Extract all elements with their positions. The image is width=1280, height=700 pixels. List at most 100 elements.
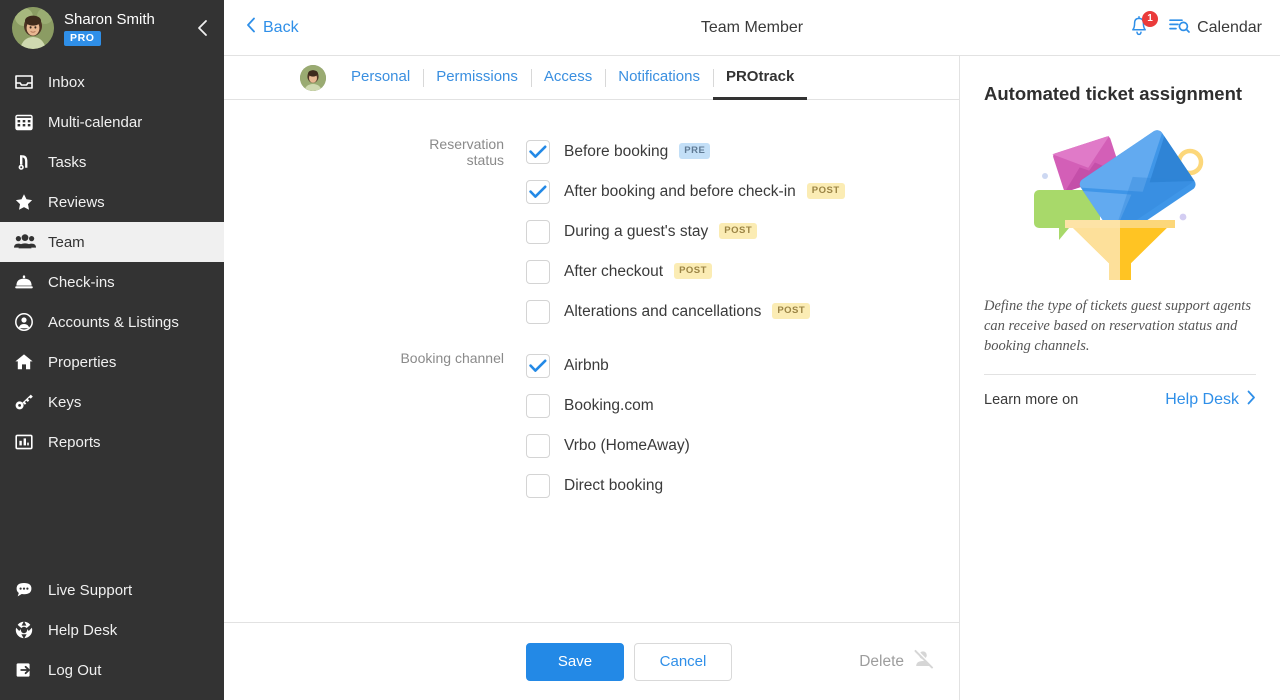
tab-label: Notifications xyxy=(618,68,700,85)
checkbox-row-direct-booking[interactable]: Direct booking xyxy=(526,466,959,506)
checkbox-after-booking-before-checkin[interactable] xyxy=(526,180,550,204)
checkbox-row-after-booking-before-checkin[interactable]: After booking and before check-in POST xyxy=(526,172,959,212)
chevron-left-icon xyxy=(195,18,209,38)
sidebar-item-team[interactable]: Team xyxy=(0,222,224,262)
sidebar-item-live-support[interactable]: Live Support xyxy=(0,570,224,610)
tab-label: Permissions xyxy=(436,68,518,85)
help-desk-label: Help Desk xyxy=(1165,391,1239,409)
top-bar: Back Team Member 1 Calendar xyxy=(224,0,1280,56)
page-title: Team Member xyxy=(224,0,1280,55)
sidebar-item-label: Check-ins xyxy=(48,274,115,291)
checkbox-airbnb[interactable] xyxy=(526,354,550,378)
delete-button[interactable]: Delete xyxy=(859,649,935,674)
sidebar-item-label: Keys xyxy=(48,394,81,411)
tab-protrack[interactable]: PROtrack xyxy=(713,56,807,100)
checkbox-alterations-and-cancellations[interactable] xyxy=(526,300,550,324)
back-label: Back xyxy=(263,19,299,37)
checkbox-during-guests-stay[interactable] xyxy=(526,220,550,244)
checkbox-label: Airbnb xyxy=(564,357,609,375)
chevron-left-icon xyxy=(246,17,256,38)
checkbox-label: Alterations and cancellations xyxy=(564,303,761,321)
sidebar-item-label: Inbox xyxy=(48,74,85,91)
checkbox-row-vrbo[interactable]: Vrbo (HomeAway) xyxy=(526,426,959,466)
sidebar-item-log-out[interactable]: Log Out xyxy=(0,650,224,690)
status-badge: POST xyxy=(674,263,712,279)
sidebar-item-help-desk[interactable]: Help Desk xyxy=(0,610,224,650)
calendar-icon xyxy=(14,112,44,132)
checkbox-row-before-booking[interactable]: Before booking PRE xyxy=(526,132,959,172)
sidebar-collapse-button[interactable] xyxy=(188,14,216,42)
booking-channel-field: Booking channel Airbnb xyxy=(224,346,959,506)
tab-permissions[interactable]: Permissions xyxy=(423,56,531,100)
chevron-right-icon xyxy=(1247,390,1256,410)
logout-icon xyxy=(14,660,44,680)
sidebar-item-label: Accounts & Listings xyxy=(48,314,179,331)
checkbox-label: After booking and before check-in xyxy=(564,183,796,201)
sidebar-item-reviews[interactable]: Reviews xyxy=(0,182,224,222)
list-search-icon xyxy=(1168,15,1190,40)
home-icon xyxy=(14,352,44,372)
checkbox-before-booking[interactable] xyxy=(526,140,550,164)
tab-access[interactable]: Access xyxy=(531,56,605,100)
form-footer: Save Cancel Delete xyxy=(224,622,959,700)
checkbox-row-alterations-and-cancellations[interactable]: Alterations and cancellations POST xyxy=(526,292,959,332)
star-icon xyxy=(14,192,44,212)
sidebar-item-check-ins[interactable]: Check-ins xyxy=(0,262,224,302)
top-bar-actions: 1 Calendar xyxy=(1128,15,1262,41)
status-badge: POST xyxy=(772,303,810,319)
back-button[interactable]: Back xyxy=(246,17,299,38)
sidebar-profile[interactable]: Sharon Smith PRO xyxy=(0,0,224,56)
notifications-button[interactable]: 1 xyxy=(1128,15,1152,41)
checkbox-label: After checkout xyxy=(564,263,663,281)
chat-bubble-icon xyxy=(14,580,44,600)
sidebar-item-label: Tasks xyxy=(48,154,86,171)
sidebar-item-reports[interactable]: Reports xyxy=(0,422,224,462)
sidebar: Sharon Smith PRO Inbox Multi-calen xyxy=(0,0,224,700)
tab-personal[interactable]: Personal xyxy=(338,56,423,100)
sidebar-item-inbox[interactable]: Inbox xyxy=(0,62,224,102)
key-icon xyxy=(14,392,44,412)
info-panel-footer: Learn more on Help Desk xyxy=(984,375,1256,425)
reservation-status-options: Before booking PRE After booking and bef… xyxy=(526,132,959,332)
info-panel-description: Define the type of tickets guest support… xyxy=(984,296,1256,356)
checkbox-after-checkout[interactable] xyxy=(526,260,550,284)
tasks-icon xyxy=(14,152,44,172)
sidebar-item-properties[interactable]: Properties xyxy=(0,342,224,382)
pro-badge: PRO xyxy=(64,31,101,46)
sidebar-item-multi-calendar[interactable]: Multi-calendar xyxy=(0,102,224,142)
help-desk-link[interactable]: Help Desk xyxy=(1165,390,1256,410)
notification-count-badge: 1 xyxy=(1142,11,1158,27)
checkbox-vrbo[interactable] xyxy=(526,434,550,458)
center-column: Personal Permissions Access Notification… xyxy=(224,56,960,700)
checkbox-booking-com[interactable] xyxy=(526,394,550,418)
member-avatar xyxy=(300,65,326,91)
checkbox-row-during-guests-stay[interactable]: During a guest's stay POST xyxy=(526,212,959,252)
inbox-icon xyxy=(14,72,44,92)
sidebar-item-tasks[interactable]: Tasks xyxy=(0,142,224,182)
checkbox-row-airbnb[interactable]: Airbnb xyxy=(526,346,959,386)
cancel-button[interactable]: Cancel xyxy=(634,643,732,681)
sidebar-item-keys[interactable]: Keys xyxy=(0,382,224,422)
booking-channel-options: Airbnb Booking.com xyxy=(526,346,959,506)
save-button[interactable]: Save xyxy=(526,643,624,681)
checkbox-label: Direct booking xyxy=(564,477,663,495)
status-badge: POST xyxy=(719,223,757,239)
bell-desk-icon xyxy=(14,272,44,292)
sidebar-bottom-nav: Live Support Help Desk Log Out xyxy=(0,570,224,700)
checkbox-row-booking-com[interactable]: Booking.com xyxy=(526,386,959,426)
notification-bell-icon xyxy=(1128,26,1150,43)
sidebar-nav: Inbox Multi-calendar Tasks Reviews xyxy=(0,62,224,462)
sidebar-item-label: Multi-calendar xyxy=(48,114,142,131)
calendar-button[interactable]: Calendar xyxy=(1168,15,1262,40)
checkbox-row-after-checkout[interactable]: After checkout POST xyxy=(526,252,959,292)
status-badge: POST xyxy=(807,183,845,199)
sidebar-item-label: Properties xyxy=(48,354,116,371)
sidebar-item-accounts-listings[interactable]: Accounts & Listings xyxy=(0,302,224,342)
tab-notifications[interactable]: Notifications xyxy=(605,56,713,100)
team-icon xyxy=(14,232,44,252)
sidebar-item-label: Team xyxy=(48,234,85,251)
profile-name: Sharon Smith xyxy=(64,11,155,28)
profile-meta: Sharon Smith PRO xyxy=(64,11,155,46)
lifebuoy-icon xyxy=(14,620,44,640)
checkbox-direct-booking[interactable] xyxy=(526,474,550,498)
